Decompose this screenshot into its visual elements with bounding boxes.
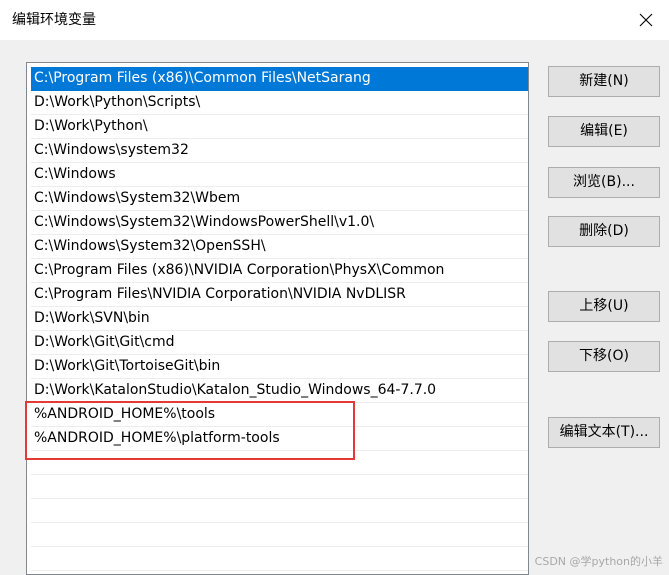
list-item[interactable]: D:\Work\Python\Scripts\ — [31, 91, 528, 115]
watermark: CSDN @学python的小羊 — [534, 555, 663, 568]
list-item[interactable]: %ANDROID_HOME%\platform-tools — [31, 427, 528, 451]
list-item[interactable]: %ANDROID_HOME%\tools — [31, 403, 528, 427]
delete-button[interactable]: 删除(D) — [548, 216, 660, 247]
move-up-button[interactable]: 上移(U) — [548, 291, 660, 322]
close-button[interactable] — [623, 0, 669, 40]
list-item[interactable] — [31, 499, 528, 523]
new-button[interactable]: 新建(N) — [548, 66, 660, 97]
window-title: 编辑环境变量 — [12, 12, 96, 28]
list-item[interactable] — [31, 547, 528, 571]
list-item[interactable]: D:\Work\Git\TortoiseGit\bin — [31, 355, 528, 379]
list-item[interactable]: C:\Windows\System32\OpenSSH\ — [31, 235, 528, 259]
list-item[interactable] — [31, 475, 528, 499]
list-item[interactable]: C:\Windows\system32 — [31, 139, 528, 163]
list-item[interactable]: D:\Work\Git\Git\cmd — [31, 331, 528, 355]
list-item[interactable] — [31, 523, 528, 547]
path-list[interactable]: C:\Program Files (x86)\Common Files\NetS… — [26, 62, 529, 575]
list-item[interactable]: C:\Program Files (x86)\NVIDIA Corporatio… — [31, 259, 528, 283]
list-item[interactable]: D:\Work\Python\ — [31, 115, 528, 139]
edit-text-button[interactable]: 编辑文本(T)... — [548, 417, 660, 448]
list-item[interactable]: C:\Program Files\NVIDIA Corporation\NVID… — [31, 283, 528, 307]
list-item[interactable]: C:\Windows\System32\Wbem — [31, 187, 528, 211]
edit-button[interactable]: 编辑(E) — [548, 116, 660, 147]
title-bar: 编辑环境变量 — [0, 0, 669, 40]
list-item[interactable] — [31, 451, 528, 475]
move-down-button[interactable]: 下移(O) — [548, 341, 660, 372]
list-item[interactable]: D:\Work\KatalonStudio\Katalon_Studio_Win… — [31, 379, 528, 403]
list-item[interactable]: C:\Windows\System32\WindowsPowerShell\v1… — [31, 211, 528, 235]
close-icon — [639, 13, 653, 27]
list-item[interactable]: C:\Program Files (x86)\Common Files\NetS… — [31, 67, 528, 91]
browse-button[interactable]: 浏览(B)... — [548, 167, 660, 198]
list-item[interactable]: D:\Work\SVN\bin — [31, 307, 528, 331]
list-item[interactable]: C:\Windows — [31, 163, 528, 187]
